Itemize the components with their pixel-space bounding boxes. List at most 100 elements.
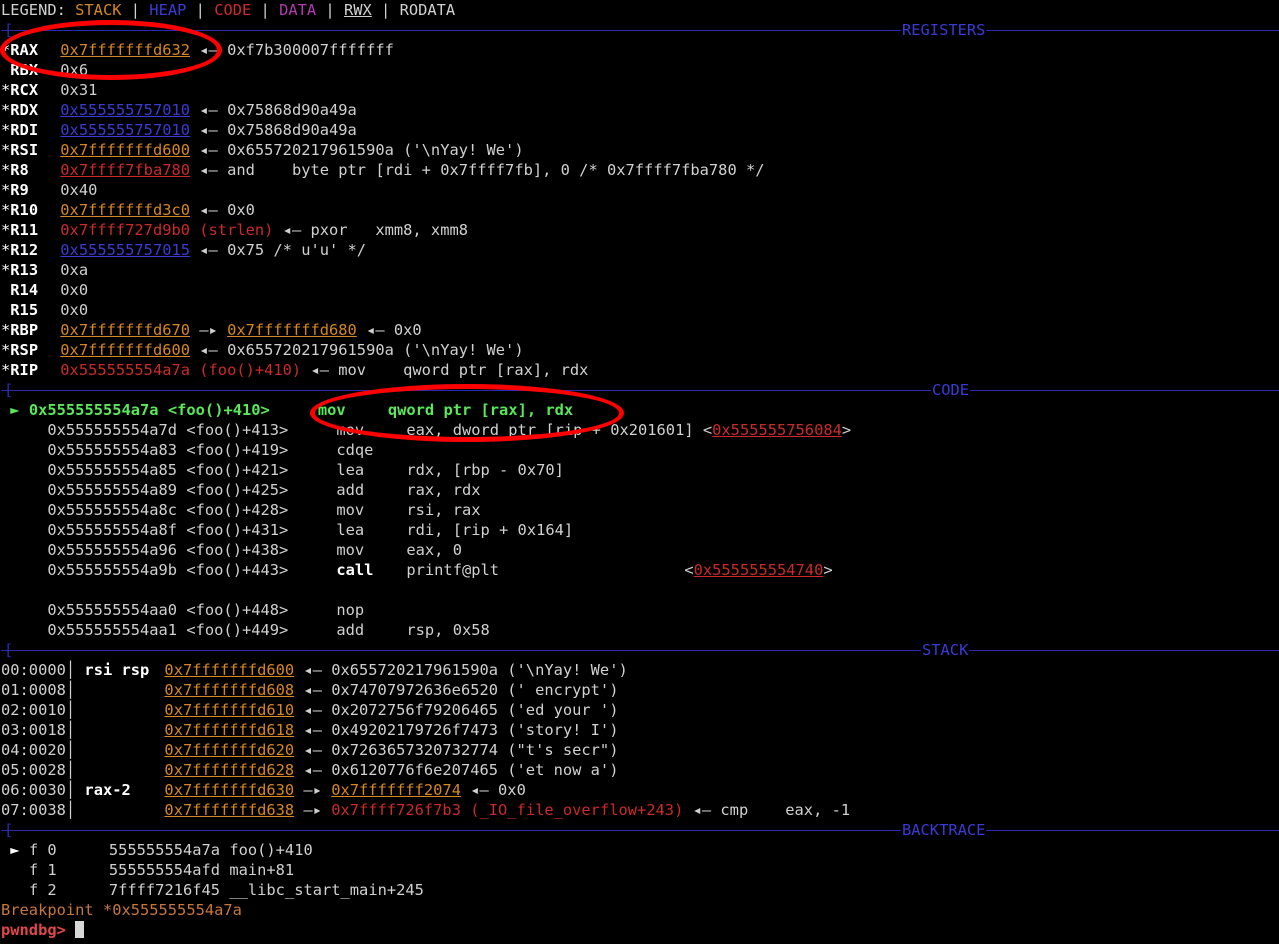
register-deref: ◂— and byte ptr [rdi + 0x7ffff7fb], 0 /*… (190, 161, 765, 179)
register-name: R10 (10, 201, 39, 219)
instruction-symbol: <foo()+419> (186, 441, 289, 459)
register-modified-mark: * (1, 261, 11, 279)
pointer-arrow: —▸ (294, 801, 332, 819)
register-value: 0x0 (60, 301, 89, 319)
register-modified-mark (1, 61, 10, 79)
instruction-address: 0x555555554a7a (28, 401, 159, 419)
pointer-arrow: —▸ (294, 781, 332, 799)
stack-offset: 03:0018 (1, 721, 66, 739)
register-rdi: *RDI 0x555555757010 ◂— 0x75868d90a49a (1, 120, 1279, 140)
current-instruction-arrow: ► (10, 401, 20, 419)
register-value: 0x6 (60, 61, 89, 79)
stack-entry: 03:0018│ 0x7fffffffd618 ◂— 0x49202179726… (1, 721, 619, 739)
instruction-line: 0x555555554aa0 <foo()+448> nop (1, 600, 1279, 620)
register-deref: ◂— 0x75 /* u'u' */ (190, 241, 367, 259)
register-name: RIP (10, 361, 39, 379)
register-r14: R14 0x0 (1, 280, 1279, 300)
registers-section-label: REGISTERS (901, 20, 987, 40)
stack-code-pointer: 0x7ffff726f7b3 (_IO_file_overflow+243) (331, 801, 684, 819)
registers-panel: *RAX 0x7fffffffd632 ◂— 0xf7b300007fffffff… (1, 40, 1279, 380)
register-name: RCX (10, 81, 39, 99)
stack-offset: 04:0020 (1, 741, 66, 759)
instruction-operands: rsp, 0x58 (406, 621, 490, 639)
stack-value: ◂— cmp eax, -1 (683, 801, 851, 819)
register-modified-mark (1, 281, 10, 299)
instruction-mnemonic: mov (317, 401, 346, 419)
instruction-symbol: <foo()+438> (186, 541, 289, 559)
register-pointer: 0x555555554a7a (foo()+410) (60, 361, 302, 379)
instruction-address: 0x555555554a85 (47, 461, 178, 479)
frame-arrow: ► (10, 841, 20, 859)
breakpoint-message: Breakpoint *0x555555554a7a (1, 901, 242, 919)
instruction-address: 0x555555554a89 (47, 481, 178, 499)
register-rsi: *RSI 0x7fffffffd600 ◂— 0x655720217961590a… (1, 140, 1279, 160)
legend-rodata: RODATA (399, 1, 456, 19)
instruction-line: 0x555555554a9b <foo()+443> call printf@plt… (1, 560, 1279, 580)
instruction-target-address: 0x555555756084 (712, 421, 842, 439)
register-pointer: 0x7fffffffd670 (60, 321, 191, 339)
register-deref: ◂— 0x75868d90a49a (190, 101, 357, 119)
register-name: RSP (10, 341, 39, 359)
frame-arrow (10, 881, 19, 899)
current-instruction: ► 0x555555554a7a <foo()+410> mov qword ptr… (1, 400, 1279, 420)
register-r12: *R12 0x555555757015 ◂— 0x75 /* u'u' */ (1, 240, 1279, 260)
instruction-symbol: <foo()+449> (186, 621, 289, 639)
instruction-address: 0x555555554a8c (47, 501, 178, 519)
stack-pointer-target: 0x7fffffff2074 (331, 781, 461, 799)
instruction-line: 0x555555554aa1 <foo()+449> add rsp, 0x58 (1, 620, 1279, 640)
disassembly-panel: ► 0x555555554a7a <foo()+410> mov qword ptr… (1, 400, 1279, 640)
register-pointer: 0x7ffff727d9b0 (strlen) (60, 221, 274, 239)
register-name: R9 (10, 181, 29, 199)
register-rdx: *RDX 0x555555757010 ◂— 0x75868d90a49a (1, 100, 1279, 120)
register-r11: *R11 0x7ffff727d9b0 (strlen) ◂— pxor xmm8… (1, 220, 1279, 240)
instruction-line: 0x555555554a83 <foo()+419> cdqe (1, 440, 1279, 460)
legend-code: CODE (214, 1, 252, 19)
register-r10: *R10 0x7fffffffd3c0 ◂— 0x0 (1, 200, 1279, 220)
stack-address: 0x7fffffffd638 (164, 801, 295, 819)
register-pointer: 0x555555757010 (60, 101, 191, 119)
register-name: R11 (10, 221, 39, 239)
register-name: R14 (10, 281, 39, 299)
pwndbg-prompt: pwndbg> (1, 921, 66, 939)
terminal-cursor[interactable] (75, 921, 85, 938)
instruction-line: 0x555555554a89 <foo()+425> add rax, rdx (1, 480, 1279, 500)
stack-entry: 04:0020│ 0x7fffffffd620 ◂— 0x72636573207… (1, 741, 619, 759)
instruction-mnemonic: add (336, 481, 365, 499)
legend-separator: | (316, 1, 344, 19)
backtrace-panel: ► f 0 555555554a7a foo()+410 f 1 555555554… (1, 840, 1279, 900)
stack-offset: 06:0030 (1, 781, 66, 799)
instruction-operands: rsi, rax (406, 501, 481, 519)
backtrace-frame: f 1 555555554afd main+81 (1, 860, 1279, 880)
register-modified-mark: * (1, 341, 11, 359)
instruction-address: 0x555555554a7d (47, 421, 178, 439)
register-name: R12 (10, 241, 39, 259)
frame-address: 555555554a7a (108, 841, 221, 859)
legend-separator: | (121, 1, 150, 19)
register-pointer: 0x7fffffffd632 (60, 41, 191, 59)
register-deref: ◂— 0x655720217961590a ('\nYay! We') (190, 141, 524, 159)
registers-section-header: [REGISTERS (1, 20, 1279, 40)
terminal[interactable]: LEGEND: STACK | HEAP | CODE | DATA | RWX… (1, 0, 1279, 940)
register-pointer: 0x7ffff7fba780 (60, 161, 191, 179)
instruction-symbol: <foo()+421> (186, 461, 289, 479)
instruction-mnemonic: call (336, 561, 374, 579)
register-name: RDI (10, 121, 39, 139)
instruction-line: 0x555555554a8f <foo()+431> lea rdi, [rip +… (1, 520, 1279, 540)
legend-separator: | (371, 1, 400, 19)
backtrace-section-header: [BACKTRACE (1, 820, 1279, 840)
register-deref: ◂— pxor xmm8, xmm8 (273, 221, 468, 239)
register-modified-mark: * (1, 181, 11, 199)
register-name: RDX (10, 101, 39, 119)
command-prompt-line[interactable]: pwndbg> (1, 920, 1279, 940)
instruction-address: 0x555555554aa1 (47, 621, 178, 639)
instruction-symbol: <foo()+448> (186, 601, 289, 619)
register-name: RAX (10, 41, 39, 59)
stack-offset: 00:0000 (1, 661, 66, 679)
register-pointer: 0x7fffffffd600 (60, 341, 191, 359)
frame-index: f 2 (28, 881, 57, 899)
stack-value: ◂— 0x0 (460, 781, 526, 799)
code-section-label: CODE (931, 380, 971, 400)
register-rsp: *RSP 0x7fffffffd600 ◂— 0x655720217961590a… (1, 340, 1279, 360)
register-name: R8 (10, 161, 29, 179)
register-modified-mark: * (1, 121, 11, 139)
